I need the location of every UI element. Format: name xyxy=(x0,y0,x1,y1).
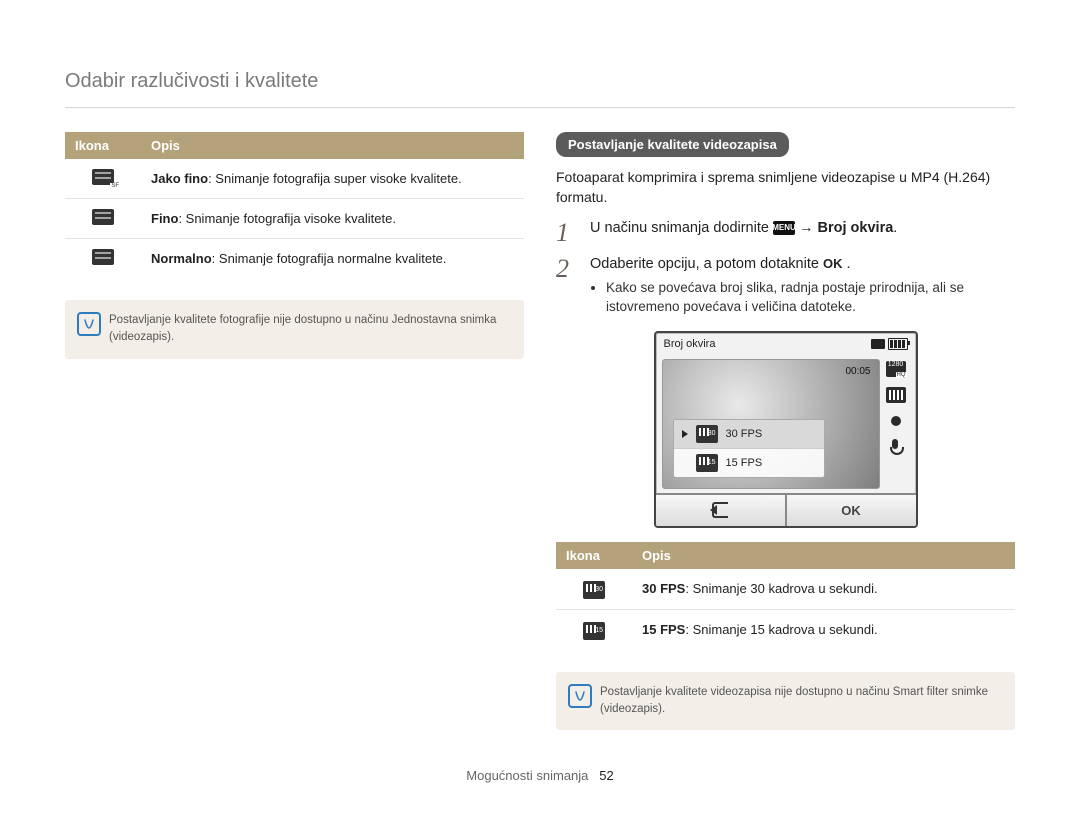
camera-screen: Broj okvira 00:05 30 xyxy=(654,331,918,528)
step-number: 1 xyxy=(556,220,578,246)
option-label: 15 FPS xyxy=(726,457,763,469)
info-icon xyxy=(568,684,592,708)
storage-icon xyxy=(871,339,885,349)
note-callout: Postavljanje kvalitete fotografije nije … xyxy=(65,300,524,359)
th-desc: Opis xyxy=(141,132,524,159)
back-button[interactable] xyxy=(656,495,785,526)
step-1: 1 U načinu snimanja dodirnite MENU → Bro… xyxy=(556,220,1015,246)
step2-pre: Odaberite opciju, a potom dotaknite xyxy=(590,256,823,272)
row-bold: Jako fino xyxy=(151,171,208,186)
column-right: Postavljanje kvalitete videozapisa Fotoa… xyxy=(556,132,1015,730)
th-icon: Ikona xyxy=(65,132,141,159)
row-text: : Snimanje 15 kadrova u sekundi. xyxy=(685,622,877,637)
framerate-icon xyxy=(886,387,906,403)
footer-page: 52 xyxy=(599,768,613,783)
table-row: Normalno: Snimanje fotografija normalne … xyxy=(65,239,524,279)
note-text: Postavljanje kvalitete videozapisa nije … xyxy=(600,686,988,715)
preview-area: 00:05 30 30 FPS 15 15 FP xyxy=(662,359,880,489)
row-bold: 30 FPS xyxy=(642,581,685,596)
metering-icon xyxy=(886,413,906,429)
page-footer: Mogućnosti snimanja 52 xyxy=(0,768,1080,783)
selected-indicator-icon xyxy=(682,430,688,438)
table-row: 30 30 FPS: Snimanje 30 kadrova u sekundi… xyxy=(556,569,1015,610)
column-left: Ikona Opis Jako fino: Snimanje fotografi… xyxy=(65,132,524,730)
row-text: : Snimanje 30 kadrova u sekundi. xyxy=(685,581,877,596)
microphone-icon xyxy=(886,439,906,455)
resolution-icon xyxy=(886,361,906,377)
step-number: 2 xyxy=(556,256,578,282)
step1-arrow: → xyxy=(799,220,818,236)
row-bold: Fino xyxy=(151,211,178,226)
info-icon xyxy=(77,312,101,336)
options-list: 30 30 FPS 15 15 FPS xyxy=(673,419,825,478)
bullet-item: Kako se povećava broj slika, radnja post… xyxy=(606,278,1015,317)
option-label: 30 FPS xyxy=(726,428,763,440)
footer-section: Mogućnosti snimanja xyxy=(466,768,588,783)
step1-bold: Broj okvira xyxy=(818,220,894,236)
intro-paragraph: Fotoaparat komprimira i sprema snimljene… xyxy=(556,167,1015,208)
fps30-icon: 30 xyxy=(696,425,718,443)
row-text: : Snimanje fotografija visoke kvalitete. xyxy=(178,211,396,226)
note-callout: Postavljanje kvalitete videozapisa nije … xyxy=(556,672,1015,731)
battery-icon xyxy=(888,338,908,350)
superfine-icon xyxy=(92,169,114,185)
quality-table: Ikona Opis Jako fino: Snimanje fotografi… xyxy=(65,132,524,278)
table-row: 15 15 FPS: Snimanje 15 kadrova u sekundi… xyxy=(556,609,1015,650)
step2-bullets: Kako se povećava broj slika, radnja post… xyxy=(590,278,1015,317)
fine-icon xyxy=(92,209,114,225)
side-icons xyxy=(880,355,916,493)
th-desc: Opis xyxy=(632,542,1015,569)
menu-icon: MENU xyxy=(773,221,795,235)
option-15fps[interactable]: 15 15 FPS xyxy=(674,449,824,477)
fps30-icon: 30 xyxy=(583,581,605,599)
step-2: 2 Odaberite opciju, a potom dotaknite OK… xyxy=(556,256,1015,317)
row-text: : Snimanje fotografija super visoke kval… xyxy=(208,171,462,186)
page-title: Odabir razlučivosti i kvalitete xyxy=(65,70,1015,108)
fps15-icon: 15 xyxy=(583,622,605,640)
row-bold: 15 FPS xyxy=(642,622,685,637)
table-row: Fino: Snimanje fotografija visoke kvalit… xyxy=(65,199,524,239)
th-icon: Ikona xyxy=(556,542,632,569)
section-heading: Postavljanje kvalitete videozapisa xyxy=(556,132,789,157)
note-text: Postavljanje kvalitete fotografije nije … xyxy=(109,314,496,343)
option-30fps[interactable]: 30 30 FPS xyxy=(674,420,824,449)
fps15-icon: 15 xyxy=(696,454,718,472)
steps-list: 1 U načinu snimanja dodirnite MENU → Bro… xyxy=(556,220,1015,317)
step2-post: . xyxy=(842,256,850,272)
normal-icon xyxy=(92,249,114,265)
table-row: Jako fino: Snimanje fotografija super vi… xyxy=(65,159,524,199)
row-bold: Normalno xyxy=(151,251,212,266)
ok-icon: OK xyxy=(823,256,843,271)
step1-pre: U načinu snimanja dodirnite xyxy=(590,220,773,236)
ok-button[interactable]: OK xyxy=(785,495,916,526)
fps-table: Ikona Opis 30 30 FPS: Snimanje 30 kadrov… xyxy=(556,542,1015,650)
record-time: 00:05 xyxy=(845,366,870,377)
screen-title: Broj okvira xyxy=(664,338,716,350)
step1-post: . xyxy=(893,220,897,236)
row-text: : Snimanje fotografija normalne kvalitet… xyxy=(212,251,447,266)
